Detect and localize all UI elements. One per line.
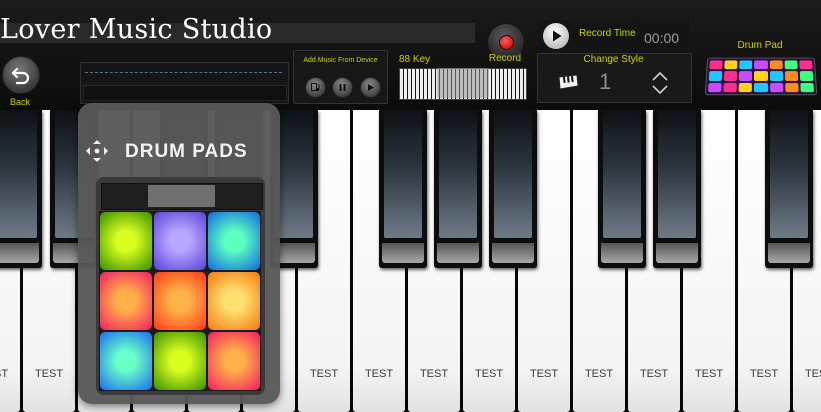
black-key[interactable] <box>598 110 646 268</box>
drum-pad-label: Drum Pad <box>737 40 783 51</box>
black-key-tip <box>437 243 479 263</box>
black-key-tip <box>382 243 424 263</box>
thumbnail-pad <box>723 82 738 93</box>
pause-music-button[interactable] <box>332 77 353 98</box>
thumbnail-pad <box>709 60 723 70</box>
thumbnail-pad <box>784 71 799 81</box>
play-recording-button[interactable] <box>543 23 569 49</box>
thumbnail-pad <box>739 60 753 70</box>
record-time-label: Record Time <box>579 28 636 39</box>
thumbnail-pad <box>769 82 784 93</box>
white-key-label: TEST <box>34 368 64 380</box>
drum-pad-2[interactable] <box>154 212 206 270</box>
white-key-label: TEST <box>419 368 449 380</box>
thumbnail-pad <box>708 71 723 81</box>
white-key-label: TEST <box>529 368 559 380</box>
drum-pad-9[interactable] <box>208 332 260 390</box>
black-key-face <box>658 110 696 238</box>
style-number: 1 <box>599 69 612 94</box>
back-label: Back <box>9 97 30 107</box>
black-key-face <box>439 110 477 238</box>
play-icon <box>368 84 374 91</box>
thumbnail-pad <box>799 71 814 81</box>
white-key-label: TEST <box>0 368 9 380</box>
drum-pad-thumbnail-button[interactable] <box>704 57 818 96</box>
pause-icon <box>339 84 346 91</box>
key88-range-handle[interactable] <box>437 68 489 98</box>
drum-pad-4[interactable] <box>100 272 152 330</box>
app-title: Lover Music Studio <box>0 14 273 45</box>
thumbnail-pad <box>739 71 753 81</box>
black-key-face <box>0 110 37 238</box>
record-time-value: 00:00 <box>644 30 680 46</box>
play-icon <box>553 30 562 42</box>
drum-pad-3[interactable] <box>208 212 260 270</box>
black-key[interactable] <box>0 110 42 268</box>
drum-panel-handle[interactable] <box>148 185 215 207</box>
white-key-label: TEST <box>804 368 821 380</box>
add-music-panel: Add Music From Device <box>293 50 388 104</box>
black-key[interactable] <box>653 110 701 268</box>
change-style-label: Change Style <box>583 54 644 65</box>
black-key-face <box>384 110 422 238</box>
thumbnail-pad <box>800 82 814 93</box>
black-key[interactable] <box>434 110 482 268</box>
black-key[interactable] <box>765 110 813 268</box>
black-key[interactable] <box>379 110 427 268</box>
white-key-label: TEST <box>584 368 614 380</box>
add-music-label: Add Music From Device <box>303 57 378 64</box>
record-label: Record <box>488 53 522 64</box>
record-dot-icon <box>499 35 514 50</box>
black-key[interactable] <box>489 110 537 268</box>
black-key-tip <box>492 243 534 263</box>
white-key-label: TEST <box>474 368 504 380</box>
up-down-chevron-icon[interactable] <box>650 71 670 95</box>
drum-pad-6[interactable] <box>208 272 260 330</box>
white-key-label: TEST <box>749 368 779 380</box>
black-key-tip <box>601 243 643 263</box>
thumbnail-pad <box>784 82 799 93</box>
black-key-face <box>603 110 641 238</box>
music-progress-slider[interactable] <box>80 62 289 104</box>
thumbnail-pad <box>799 60 813 70</box>
white-key-label: TEST <box>694 368 724 380</box>
play-music-button[interactable] <box>360 77 381 98</box>
thumbnail-pad <box>754 71 768 81</box>
thumbnail-pad <box>754 82 768 93</box>
thumbnail-pad <box>769 60 783 70</box>
back-button[interactable] <box>2 56 40 94</box>
progress-track <box>83 85 287 101</box>
thumbnail-pad <box>769 71 783 81</box>
thumbnail-pad <box>724 60 738 70</box>
black-key-face <box>275 110 313 238</box>
thumbnail-pad <box>738 82 753 93</box>
white-key-label: TEST <box>639 368 669 380</box>
black-key-tip <box>656 243 698 263</box>
waveform-line <box>85 72 282 73</box>
key88-label: 88 Key <box>399 54 431 65</box>
thumbnail-pad <box>708 82 722 93</box>
thumbnail-pad <box>784 60 798 70</box>
white-key-label: TEST <box>309 368 339 380</box>
black-key-tip <box>0 243 39 263</box>
music-file-icon <box>311 83 320 92</box>
drum-pad-grid <box>99 211 261 391</box>
black-key-face <box>770 110 808 238</box>
black-key-tip <box>768 243 810 263</box>
thumbnail-pad <box>723 71 738 81</box>
thumbnail-pad <box>754 60 768 70</box>
add-music-file-button[interactable] <box>305 77 326 98</box>
drum-pad-5[interactable] <box>154 272 206 330</box>
drum-pads-title: DRUM PADS <box>125 141 248 162</box>
piano-icon <box>558 74 579 92</box>
drum-pad-1[interactable] <box>100 212 152 270</box>
move-arrows-icon[interactable] <box>84 138 110 164</box>
drum-pad-8[interactable] <box>154 332 206 390</box>
white-key-label: TEST <box>364 368 394 380</box>
top-toolbar: Lover Music Studio Back Add Music From D… <box>0 0 821 110</box>
black-key-face <box>494 110 532 238</box>
drum-pad-7[interactable] <box>100 332 152 390</box>
undo-arrow-icon <box>11 67 30 85</box>
